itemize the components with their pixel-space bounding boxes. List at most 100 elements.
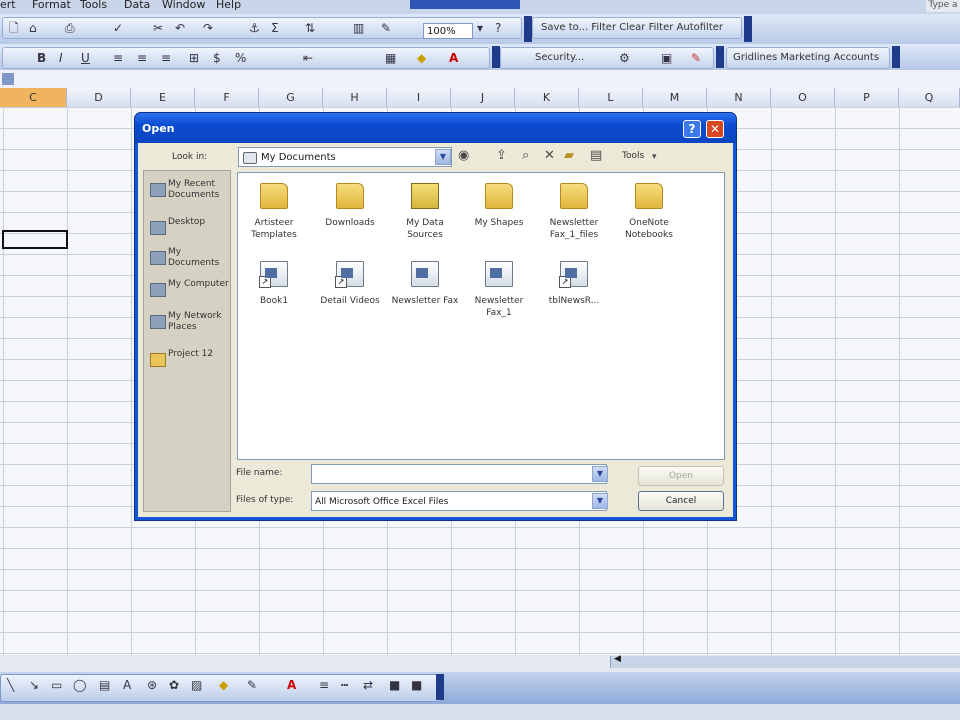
- file-item[interactable]: OneNote Notebooks: [613, 175, 685, 245]
- align-right-icon[interactable]: ≡: [161, 50, 171, 66]
- file-item[interactable]: Newsletter Fax_1: [463, 253, 535, 323]
- percent-icon[interactable]: %: [235, 50, 246, 66]
- open-icon[interactable]: ⌂: [29, 20, 37, 36]
- file-item[interactable]: Book1: [238, 253, 310, 323]
- column-header-p[interactable]: P: [835, 88, 899, 107]
- column-header-g[interactable]: G: [259, 88, 323, 107]
- search-web-icon[interactable]: ⌕: [522, 148, 529, 163]
- new-icon[interactable]: 🗋: [9, 20, 19, 36]
- column-header-d[interactable]: D: [67, 88, 131, 107]
- look-in-dropdown[interactable]: My Documents ▼: [238, 147, 452, 167]
- scroll-left-icon[interactable]: ◀: [614, 654, 621, 664]
- column-header-f[interactable]: F: [195, 88, 259, 107]
- underline-icon[interactable]: U: [81, 50, 90, 66]
- addins-links[interactable]: Gridlines Marketing Accounts: [733, 52, 879, 63]
- ask-question-box[interactable]: Type a: [926, 0, 960, 12]
- align-center-icon[interactable]: ≡: [137, 50, 147, 66]
- places-item-my-computer[interactable]: My Computer: [148, 279, 232, 313]
- chart-wizard-icon[interactable]: ▥: [353, 20, 364, 36]
- font-color-icon[interactable]: A: [449, 50, 458, 66]
- delete-icon[interactable]: ✕: [544, 148, 555, 163]
- font-color-icon[interactable]: A: [287, 677, 296, 693]
- places-item-recent[interactable]: My Recent Documents: [148, 179, 232, 213]
- arrow-style-icon[interactable]: ⇄: [363, 677, 373, 693]
- menu-format[interactable]: Format: [32, 0, 71, 11]
- horizontal-scrollbar[interactable]: ◀: [610, 654, 960, 668]
- chevron-down-icon[interactable]: ▼: [592, 493, 608, 509]
- align-left-icon[interactable]: ≡: [113, 50, 123, 66]
- dialog-title-bar[interactable]: Open: [135, 113, 736, 143]
- cut-icon[interactable]: ✂: [153, 20, 163, 36]
- column-header-k[interactable]: K: [515, 88, 579, 107]
- tools-menu[interactable]: Tools: [622, 151, 644, 161]
- currency-icon[interactable]: $: [213, 50, 221, 66]
- diagram-icon[interactable]: ⊛: [147, 677, 157, 693]
- help-icon[interactable]: ?: [495, 20, 501, 36]
- column-header-e[interactable]: E: [131, 88, 195, 107]
- column-header-i[interactable]: I: [387, 88, 451, 107]
- file-item[interactable]: Detail Videos: [314, 253, 386, 323]
- menu-window[interactable]: Window: [162, 0, 205, 11]
- select-all-icon[interactable]: [2, 73, 14, 85]
- rectangle-icon[interactable]: ▭: [51, 677, 62, 693]
- macro-icon[interactable]: ⚙: [619, 50, 630, 66]
- sort-ascending-icon[interactable]: ⇅: [305, 20, 315, 36]
- picture-icon[interactable]: ▨: [191, 677, 202, 693]
- menu-data[interactable]: Data: [124, 0, 150, 11]
- drawing-icon[interactable]: ✎: [381, 20, 391, 36]
- formula-bar[interactable]: [0, 70, 960, 89]
- redo-icon[interactable]: ↷: [203, 20, 213, 36]
- design-mode-icon[interactable]: ✎: [691, 50, 701, 66]
- column-header-q[interactable]: Q: [899, 88, 960, 107]
- security-button[interactable]: Security...: [535, 52, 584, 63]
- column-header-m[interactable]: M: [643, 88, 707, 107]
- views-icon[interactable]: ▤: [590, 148, 602, 163]
- visual-basic-icon[interactable]: ▣: [661, 50, 672, 66]
- active-cell[interactable]: [2, 230, 68, 249]
- bold-icon[interactable]: B: [37, 50, 46, 66]
- 3d-style-icon[interactable]: ■: [411, 677, 422, 693]
- line-style-icon[interactable]: ≡: [319, 677, 329, 693]
- up-folder-icon[interactable]: ⇪: [496, 148, 507, 163]
- filter-links[interactable]: Save to... Filter Clear Filter Autofilte…: [541, 22, 723, 33]
- autosum-icon[interactable]: Σ: [271, 20, 279, 36]
- chevron-down-icon[interactable]: ▼: [435, 149, 451, 165]
- menu-insert[interactable]: ert: [0, 0, 16, 11]
- file-list[interactable]: Artisteer Templates Downloads My Data So…: [237, 172, 725, 460]
- dash-style-icon[interactable]: ┅: [341, 677, 348, 693]
- files-of-type-select[interactable]: All Microsoft Office Excel Files: [311, 491, 607, 511]
- column-header-h[interactable]: H: [323, 88, 387, 107]
- open-button[interactable]: Open: [638, 466, 724, 486]
- column-header-j[interactable]: J: [451, 88, 515, 107]
- help-button[interactable]: ?: [683, 120, 701, 138]
- arrow-icon[interactable]: ↘: [29, 677, 39, 693]
- file-item[interactable]: Newsletter Fax: [389, 253, 461, 323]
- file-item[interactable]: My Shapes: [463, 175, 535, 245]
- places-item-desktop[interactable]: Desktop: [148, 217, 232, 251]
- places-item-my-documents[interactable]: My Documents: [148, 247, 232, 281]
- file-item[interactable]: My Data Sources: [389, 175, 461, 245]
- spelling-icon[interactable]: ✓: [113, 20, 123, 36]
- shadow-icon[interactable]: ■: [389, 677, 400, 693]
- file-item[interactable]: Newsletter Fax_1_files: [538, 175, 610, 245]
- zoom-dropdown-icon[interactable]: ▾: [477, 20, 483, 36]
- fill-color-icon[interactable]: ◆: [417, 50, 426, 66]
- clipart-icon[interactable]: ✿: [169, 677, 179, 693]
- places-item-network[interactable]: My Network Places: [148, 311, 232, 345]
- column-header-o[interactable]: O: [771, 88, 835, 107]
- tools-dropdown-icon[interactable]: ▾: [652, 152, 657, 162]
- italic-icon[interactable]: I: [59, 50, 63, 66]
- chevron-down-icon[interactable]: ▼: [592, 466, 608, 482]
- textbox-icon[interactable]: ▤: [99, 677, 110, 693]
- merge-center-icon[interactable]: ⊞: [189, 50, 199, 66]
- close-button[interactable]: ✕: [706, 120, 724, 138]
- fill-color-icon[interactable]: ◆: [219, 677, 228, 693]
- file-name-input[interactable]: [311, 464, 607, 484]
- undo-icon[interactable]: ↶: [175, 20, 185, 36]
- hyperlink-icon[interactable]: ⚓: [249, 20, 260, 36]
- borders-icon[interactable]: ▦: [385, 50, 396, 66]
- column-header-l[interactable]: L: [579, 88, 643, 107]
- zoom-combo[interactable]: 100%: [423, 23, 473, 39]
- cancel-button[interactable]: Cancel: [638, 491, 724, 511]
- file-item[interactable]: Artisteer Templates: [238, 175, 310, 245]
